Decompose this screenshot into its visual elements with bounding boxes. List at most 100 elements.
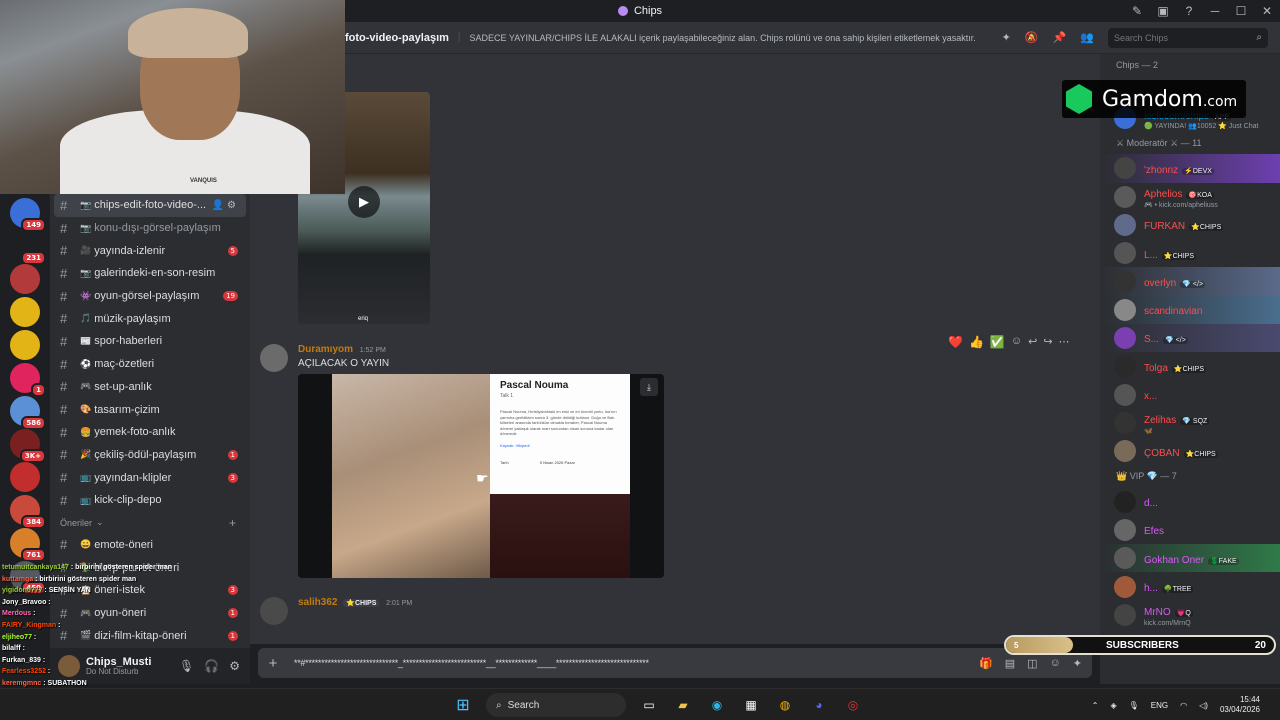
gift-icon[interactable]: 🎁 xyxy=(979,657,993,670)
message-composer[interactable]: + **#*****************************_*****… xyxy=(258,648,1092,678)
member-item[interactable]: ÇOBAN ⭐CHIPS xyxy=(1100,437,1280,465)
chrome-icon[interactable]: ◍ xyxy=(774,694,796,716)
reaction-thumbs-up[interactable]: 👍 xyxy=(969,335,984,349)
author-name[interactable]: salih362 xyxy=(298,597,337,608)
channel-item[interactable]: # 📰 spor-haberleri xyxy=(50,330,250,353)
more-icon[interactable]: ⋯ xyxy=(1059,335,1070,349)
wifi-icon[interactable]: ◠ xyxy=(1180,701,1187,710)
member-item[interactable]: L... ⭐CHIPS xyxy=(1100,239,1280,267)
channel-item[interactable]: # ⚽ maç-özetleri xyxy=(50,353,250,376)
reaction-heart[interactable]: ❤️ xyxy=(948,335,963,349)
mute-icon[interactable]: 🔕 xyxy=(1025,31,1039,44)
close-button[interactable]: ✕ xyxy=(1254,4,1280,18)
avatar[interactable] xyxy=(260,344,288,372)
member-item[interactable]: Tolga ⭐CHIPS xyxy=(1100,352,1280,380)
channel-item[interactable]: # 📺 kick-clip-depo xyxy=(50,489,250,512)
avatar[interactable] xyxy=(260,597,288,625)
member-item[interactable]: d... xyxy=(1100,488,1280,516)
channel-item[interactable]: # 📷 konu-dışı-görsel-paylaşım xyxy=(50,217,250,240)
channel-item[interactable]: # 👾 oyun-görsel-paylaşım 19 xyxy=(50,285,250,308)
member-item[interactable]: 'zhonnz ⚡DEVX xyxy=(1100,154,1280,183)
network-icon[interactable]: ◈ xyxy=(1110,701,1116,710)
server-icon[interactable]: 149 xyxy=(10,198,46,232)
forward-icon[interactable]: ↪ xyxy=(1043,335,1052,349)
channel-item[interactable]: # 📺 yayından-klipler 3 xyxy=(50,466,250,489)
discord-icon[interactable]: ◕ xyxy=(808,694,830,716)
gif-icon[interactable]: ▤ xyxy=(1005,657,1015,670)
member-item[interactable]: h... 🌳TREE xyxy=(1100,572,1280,600)
message-author[interactable]: Duramıyom 1:52 PM xyxy=(298,344,386,355)
screen-icon[interactable]: ▣ xyxy=(1150,4,1176,18)
member-list-icon[interactable]: 👥 xyxy=(1080,31,1094,44)
add-channel-icon[interactable]: + xyxy=(229,516,236,530)
server-icon[interactable] xyxy=(10,264,40,294)
wiki-source[interactable]: Kaynak: Vikipedi xyxy=(500,443,620,448)
settings-gear-icon[interactable]: ⚙ xyxy=(227,200,236,211)
server-icon[interactable] xyxy=(10,330,40,360)
category-oneriler[interactable]: Öneriler ⌄ + xyxy=(50,512,250,534)
member-item[interactable]: Zelihas 💎 SQZ 🦋 xyxy=(1100,409,1280,437)
channel-item[interactable]: # 🎵 müzik-paylaşım xyxy=(50,307,250,330)
windows-start-icon[interactable]: ⊞ xyxy=(452,694,474,716)
channel-item[interactable]: # 📷 galerindeki-en-son-resim xyxy=(50,262,250,285)
microphone-icon[interactable]: 🎙 xyxy=(1129,701,1139,710)
reaction-check[interactable]: ✅ xyxy=(990,335,1005,349)
add-member-icon[interactable]: 👤 xyxy=(212,200,224,211)
member-item[interactable]: overlyn 💎 </> xyxy=(1100,267,1280,296)
member-item[interactable]: Efes xyxy=(1100,516,1280,544)
channel-item[interactable]: # 🎮 set-up-anlık xyxy=(50,376,250,399)
search-input[interactable] xyxy=(1108,27,1268,48)
taskbar-search[interactable]: ⌕ Search xyxy=(486,693,626,717)
member-item[interactable]: Gokhan Oner 💲FAKE xyxy=(1100,544,1280,573)
reply-icon[interactable]: ↩ xyxy=(1028,335,1037,349)
app-icon[interactable]: ◎ xyxy=(842,694,864,716)
inbox-icon[interactable]: ✎ xyxy=(1124,4,1150,18)
member-item[interactable]: S... 💎 </> xyxy=(1100,324,1280,353)
server-icon[interactable]: 3K+ xyxy=(10,429,46,463)
file-explorer-icon[interactable]: ▰ xyxy=(672,694,694,716)
language-indicator[interactable]: ENG xyxy=(1151,701,1168,710)
server-icon[interactable]: 586 xyxy=(10,396,46,430)
task-view-icon[interactable]: ▭ xyxy=(638,694,660,716)
attach-plus-icon[interactable]: + xyxy=(258,655,288,672)
play-icon[interactable]: ▶ xyxy=(348,186,380,218)
author-name[interactable]: Duramıyom xyxy=(298,344,353,355)
emoji-icon[interactable]: ☺ xyxy=(1050,657,1061,670)
message-author[interactable]: salih362 ⭐CHIPS 2:01 PM xyxy=(298,597,412,608)
help-icon[interactable]: ? xyxy=(1176,4,1202,18)
pin-icon[interactable]: 📌 xyxy=(1053,31,1067,44)
channel-item[interactable]: # 🎥 yayında-izlenir 5 xyxy=(50,239,250,262)
meme-image[interactable] xyxy=(332,374,490,578)
maximize-button[interactable]: ☐ xyxy=(1228,4,1254,18)
channel-item[interactable]: # 🎉 çekiliş-ödül-paylaşım 1 xyxy=(50,444,250,467)
server-icon[interactable]: 761 xyxy=(10,528,46,562)
server-icon[interactable] xyxy=(10,297,40,327)
channel-item[interactable]: # 🍔 yemek-foto-anlık xyxy=(50,421,250,444)
threads-icon[interactable]: ✦ xyxy=(1002,31,1011,44)
download-icon[interactable]: ⤓ xyxy=(640,378,658,396)
channel-topic[interactable]: SADECE YAYINLAR/CHIPS İLE ALAKALI içerik… xyxy=(470,33,976,43)
composer-text[interactable]: **#*****************************_*******… xyxy=(294,658,649,668)
chevron-up-icon[interactable]: ⌃ xyxy=(1092,701,1099,710)
channel-item[interactable]: # 🎨 tasarım-çizim xyxy=(50,398,250,421)
photo-image[interactable] xyxy=(490,494,630,578)
server-icon[interactable]: 231 xyxy=(10,231,46,265)
server-icon[interactable]: 384 xyxy=(10,495,46,529)
image-embed[interactable]: Pascal Nouma Talk 1 Pascal Nouma, Hırist… xyxy=(298,374,664,578)
edge-browser-icon[interactable]: ◉ xyxy=(706,694,728,716)
channel-item[interactable]: # 😀 emote-öneri xyxy=(50,534,250,557)
sticker-icon[interactable]: ◫ xyxy=(1027,657,1037,670)
apps-icon[interactable]: ✦ xyxy=(1073,657,1082,670)
add-reaction-icon[interactable]: ☺ xyxy=(1011,335,1022,349)
member-item[interactable]: Aphelios 🎯KOA 🎮 • kick.com/apheliuss xyxy=(1100,183,1280,211)
store-icon[interactable]: ▦ xyxy=(740,694,762,716)
clock[interactable]: 15:44 03/04/2026 xyxy=(1220,695,1260,714)
channel-item[interactable]: # 📷 chips-edit-foto-video-... 👤 ⚙ xyxy=(54,194,246,217)
server-icon[interactable] xyxy=(10,462,40,492)
member-item[interactable]: x... xyxy=(1100,381,1280,409)
server-icon[interactable]: 1 xyxy=(10,363,46,397)
member-item[interactable]: MrNO 💗Q kick.com/MrnQ xyxy=(1100,601,1280,629)
member-item[interactable]: FURKAN ⭐CHIPS xyxy=(1100,211,1280,239)
volume-icon[interactable]: ◁) xyxy=(1199,701,1208,710)
member-item[interactable]: scandinavian xyxy=(1100,295,1280,325)
